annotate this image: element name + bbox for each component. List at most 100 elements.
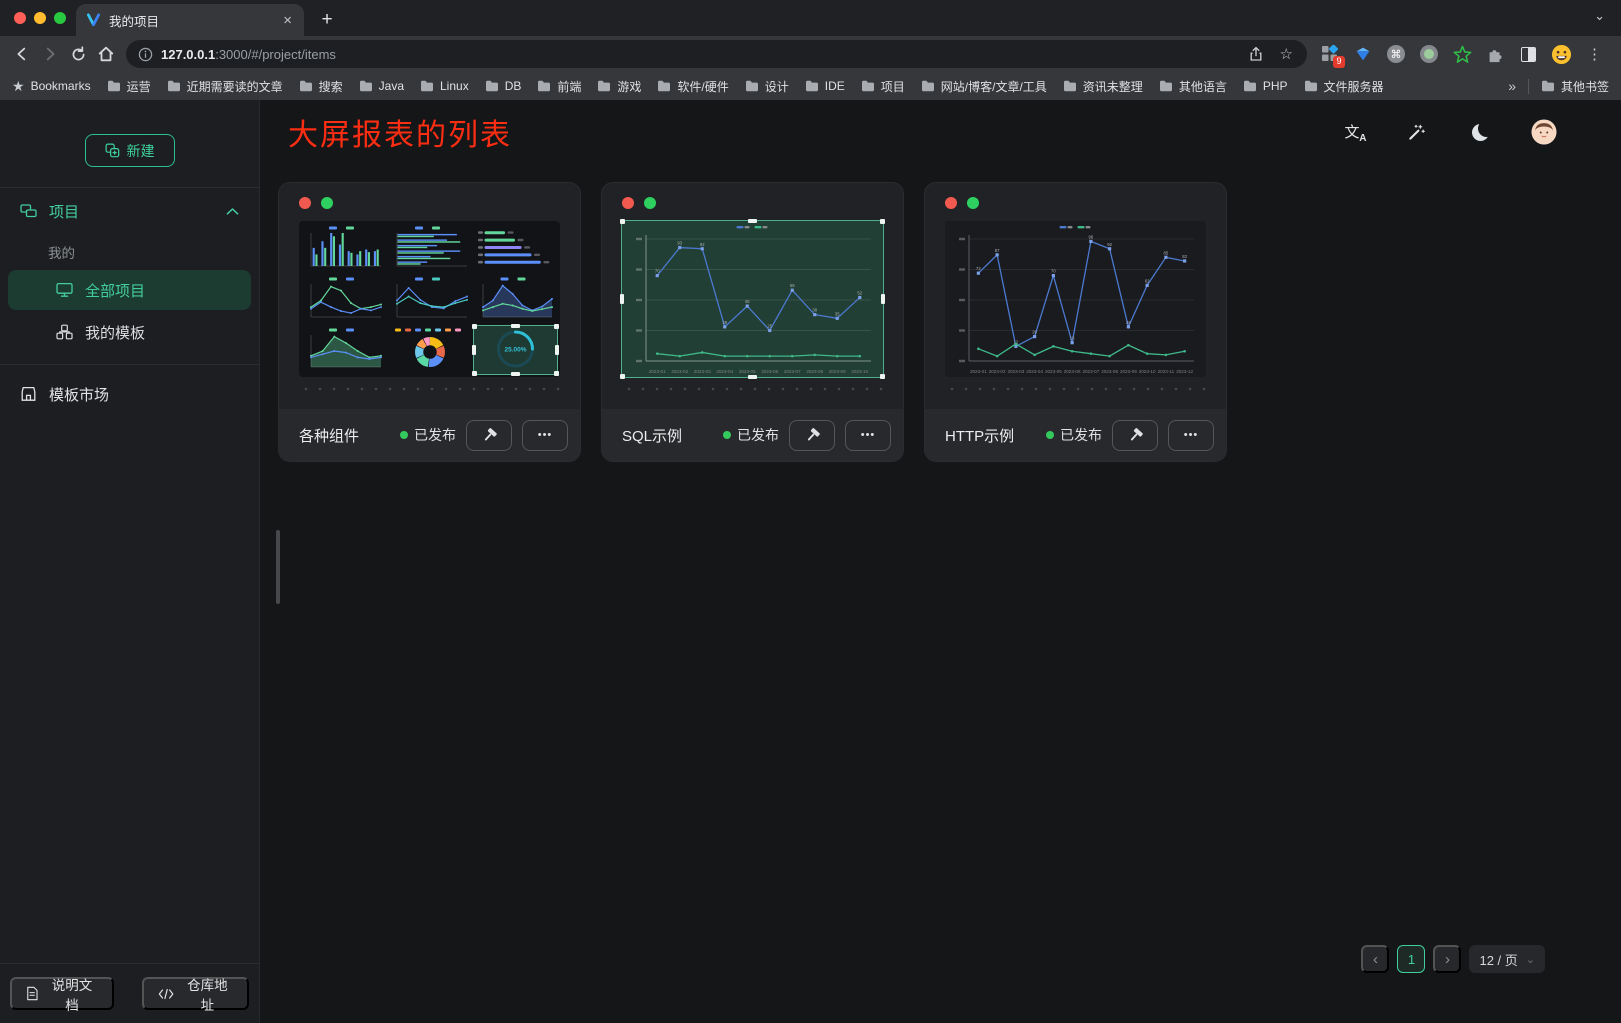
svg-text:2023-02: 2023-02: [671, 369, 688, 374]
selection-handle[interactable]: [554, 324, 559, 329]
reload-icon[interactable]: [64, 40, 92, 68]
bookmark-folder[interactable]: 运营: [107, 78, 151, 95]
selection-handle[interactable]: [880, 219, 885, 224]
magic-wand-icon[interactable]: [1403, 119, 1429, 145]
selection-handle[interactable]: [555, 345, 559, 355]
bookmark-folder[interactable]: 设计: [745, 78, 789, 95]
card-thumbnail-selected-chart: 2023-012023-022023-032023-042023-052023-…: [622, 221, 883, 377]
site-info-icon[interactable]: [138, 47, 153, 62]
selection-handle[interactable]: [472, 371, 477, 376]
next-page-button[interactable]: ›: [1433, 945, 1461, 973]
bookmark-folder[interactable]: 前端: [537, 78, 581, 95]
back-icon[interactable]: [8, 40, 36, 68]
edit-hammer-button[interactable]: [789, 420, 835, 451]
extension-star-icon[interactable]: [1451, 43, 1473, 65]
dark-mode-moon-icon[interactable]: [1467, 119, 1493, 145]
current-page-button[interactable]: 1: [1397, 945, 1425, 973]
project-card[interactable]: 25.00% 各种组件 已发布 •••: [278, 182, 581, 462]
bookmark-folder[interactable]: IDE: [805, 79, 845, 93]
prev-page-button[interactable]: ‹: [1361, 945, 1389, 973]
folder-icon: [1243, 80, 1257, 92]
selection-handle[interactable]: [748, 219, 757, 223]
sidebar-item-template-market[interactable]: 模板市场: [0, 371, 259, 417]
edit-hammer-button[interactable]: [1112, 420, 1158, 451]
forward-icon[interactable]: [36, 40, 64, 68]
more-icon: •••: [538, 429, 553, 441]
bookmark-label: 资讯未整理: [1083, 78, 1143, 95]
chevron-down-icon: ⌄: [1526, 953, 1535, 966]
selection-handle[interactable]: [880, 374, 885, 379]
chevron-up-icon: [226, 207, 239, 216]
bookmark-folder[interactable]: PHP: [1243, 79, 1288, 93]
status-dot: [400, 431, 408, 439]
svg-text:92: 92: [1107, 242, 1112, 247]
bookmark-folder[interactable]: 软件/硬件: [657, 78, 728, 95]
extension-blocks-icon[interactable]: 9: [1319, 43, 1341, 65]
docs-button[interactable]: 说明文档: [10, 977, 114, 1010]
bookmark-folder[interactable]: 游戏: [597, 78, 641, 95]
more-button[interactable]: •••: [845, 420, 891, 451]
window-zoom-button[interactable]: [54, 12, 66, 24]
more-button[interactable]: •••: [522, 420, 568, 451]
extension-record-icon[interactable]: [1418, 43, 1440, 65]
dark-mode-square-icon[interactable]: [1517, 43, 1539, 65]
browser-tab[interactable]: 我的项目 ×: [76, 4, 304, 36]
other-bookmarks-folder[interactable]: 其他书签: [1541, 78, 1609, 95]
more-button[interactable]: •••: [1168, 420, 1214, 451]
extension-command-icon[interactable]: ⌘: [1385, 43, 1407, 65]
project-card-list: 25.00% 各种组件 已发布 •••: [260, 164, 1621, 462]
selection-handle[interactable]: [511, 324, 520, 328]
sidebar-item-all-projects[interactable]: 全部项目: [8, 270, 251, 310]
sidebar-group-project[interactable]: 项目: [0, 188, 259, 234]
sidebar-item-my-templates[interactable]: 我的模板: [8, 312, 251, 352]
project-card[interactable]: 2023-012023-022023-032023-042023-052023-…: [924, 182, 1227, 462]
bookmark-folder[interactable]: Java: [359, 79, 404, 93]
profile-emoji-icon[interactable]: [1550, 43, 1572, 65]
svg-text:87: 87: [995, 248, 1000, 253]
selection-handle[interactable]: [472, 345, 476, 355]
selection-handle[interactable]: [472, 324, 477, 329]
bookmark-folder[interactable]: DB: [485, 79, 522, 93]
bookmark-star-icon[interactable]: ☆: [1272, 45, 1301, 63]
bookmark-folder[interactable]: 资讯未整理: [1063, 78, 1143, 95]
page-size-select[interactable]: 12 / 页 ⌄: [1469, 945, 1545, 973]
selection-handle[interactable]: [881, 294, 885, 304]
address-bar[interactable]: 127.0.0.1:3000/#/project/items ☆: [126, 40, 1307, 68]
bookmark-folder[interactable]: 文件服务器: [1304, 78, 1384, 95]
bookmark-folder[interactable]: 网站/博客/文章/工具: [921, 78, 1047, 95]
bookmark-folder[interactable]: 其他语言: [1159, 78, 1227, 95]
new-tab-button[interactable]: +: [314, 7, 340, 33]
svg-text:2023-02: 2023-02: [989, 369, 1006, 374]
share-icon[interactable]: [1248, 46, 1264, 62]
window-close-button[interactable]: [14, 12, 26, 24]
bookmark-label: 运营: [127, 78, 151, 95]
repo-button[interactable]: 仓库地址: [142, 977, 249, 1010]
bookmark-folder[interactable]: 搜索: [299, 78, 343, 95]
selection-handle[interactable]: [554, 371, 559, 376]
browser-menu-icon[interactable]: ⋮: [1583, 45, 1607, 63]
extension-gem-icon[interactable]: [1352, 43, 1374, 65]
bookmarks-overflow-icon[interactable]: »: [1508, 78, 1516, 94]
selection-handle[interactable]: [620, 219, 625, 224]
selection-handle[interactable]: [748, 375, 757, 379]
bookmark-folder[interactable]: 项目: [861, 78, 905, 95]
selection-handle[interactable]: [620, 374, 625, 379]
window-minimize-button[interactable]: [34, 12, 46, 24]
new-project-button[interactable]: 新建: [85, 134, 175, 167]
user-avatar[interactable]: [1531, 119, 1557, 145]
bookmark-folder[interactable]: 近期需要读的文章: [167, 78, 283, 95]
tab-search-icon[interactable]: ⌄: [1594, 8, 1605, 24]
bookmarks-root[interactable]: ★ Bookmarks: [12, 78, 91, 95]
home-icon[interactable]: [92, 40, 120, 68]
project-card[interactable]: 2023-012023-022023-032023-042023-052023-…: [601, 182, 904, 462]
edit-hammer-button[interactable]: [466, 420, 512, 451]
content-scrollbar[interactable]: [276, 530, 280, 604]
language-icon[interactable]: 文A: [1339, 119, 1365, 145]
svg-text:45: 45: [745, 299, 750, 304]
bookmark-folder[interactable]: Linux: [420, 79, 469, 93]
extensions-puzzle-icon[interactable]: [1484, 43, 1506, 65]
green-dot-icon: [321, 197, 333, 209]
tab-close-icon[interactable]: ×: [281, 13, 294, 28]
selection-handle[interactable]: [620, 294, 624, 304]
selection-handle[interactable]: [511, 372, 520, 376]
